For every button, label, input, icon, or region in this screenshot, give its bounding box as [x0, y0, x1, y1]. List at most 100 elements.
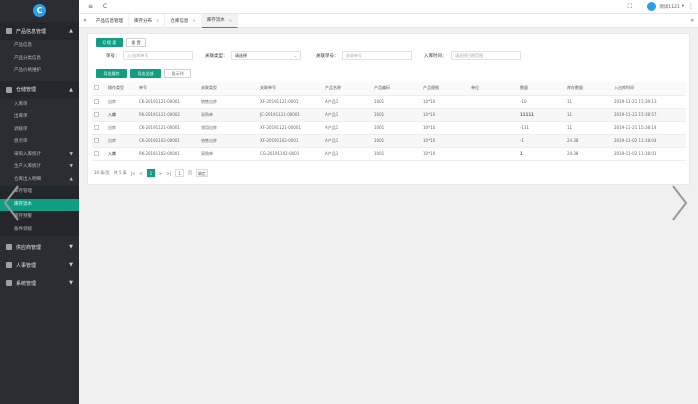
- page-number-current[interactable]: 1: [146, 169, 155, 177]
- sidebar-item-inbound[interactable]: 入库单: [0, 99, 79, 112]
- sidebar-group-warehouse[interactable]: 仓储管理 ▲: [0, 80, 79, 99]
- reset-button[interactable]: 重 置: [126, 38, 146, 47]
- column-header[interactable]: 单位: [469, 82, 518, 96]
- table-row[interactable]: 出库 CK-20191121-00001 销售出库 XF-20191121-00…: [92, 95, 686, 109]
- tab-stock-distribution[interactable]: 库存分布 ×: [129, 13, 166, 28]
- cell-unit: [469, 108, 518, 122]
- export-selected-button[interactable]: 导出操作: [96, 69, 127, 78]
- sidebar-item-outbound[interactable]: 出库单: [0, 111, 79, 124]
- column-header[interactable]: 入出库时间: [612, 82, 686, 96]
- sidebar-item-production-stats[interactable]: 生产入库统计 ▼: [0, 161, 79, 174]
- cell-related-no: JC-20191121-00001: [258, 108, 323, 122]
- logo-area: C: [0, 0, 79, 20]
- sidebar-item-purchase-stats[interactable]: 采购入库统计 ▼: [0, 149, 79, 162]
- sidebar-group-system[interactable]: 系统管理 ▼: [0, 274, 79, 292]
- goto-confirm-button[interactable]: 确定: [195, 169, 208, 177]
- row-select-cell[interactable]: [92, 108, 106, 122]
- stock-flow-table: 操作类型 单号 关联类型 关联单号 产品名称 产品编码 产品规格 单位 数量 库…: [92, 82, 686, 161]
- sidebar-group-supplier[interactable]: 供应商管理 ▼: [0, 238, 79, 256]
- row-checkbox[interactable]: [94, 124, 99, 130]
- tabs-scroll-left-icon[interactable]: «: [79, 17, 91, 24]
- row-checkbox[interactable]: [94, 150, 99, 156]
- cell-order-no: CK-20191121-00001: [137, 95, 199, 109]
- column-header[interactable]: 产品编码: [372, 82, 421, 96]
- chevron-up-icon: ▲: [69, 176, 73, 182]
- close-icon[interactable]: ×: [229, 18, 232, 23]
- cell-product-name: A产品1: [323, 95, 372, 109]
- chevron-down-icon: ▾: [681, 4, 684, 9]
- next-arrow-icon[interactable]: [668, 183, 692, 223]
- user-menu[interactable]: 测试1121 ▾: [647, 2, 684, 11]
- sidebar-item-transfer[interactable]: 调拨单: [0, 124, 79, 137]
- row-select-cell[interactable]: [92, 95, 106, 109]
- more-icon[interactable]: ⋮: [688, 3, 694, 10]
- order-no-label: 单号：: [106, 54, 120, 59]
- column-header[interactable]: 关联单号: [258, 82, 323, 96]
- table-row[interactable]: 出库 CK-20191121-00001 领用出库 XF-20191121-00…: [92, 121, 686, 135]
- tab-label: 库存流水: [206, 18, 225, 23]
- sidebar-item-product-info[interactable]: 产品信息: [0, 40, 79, 53]
- tabs-scroll-right-icon[interactable]: »: [690, 17, 694, 24]
- related-type-label: 关联类型：: [205, 54, 228, 59]
- sidebar-item-spare-transfer[interactable]: 备件调拨: [0, 224, 79, 237]
- first-page-button[interactable]: |<: [131, 171, 136, 176]
- tab-label: 仓库信息: [170, 18, 189, 24]
- related-no-label: 关联单号：: [316, 54, 339, 59]
- menu-icon[interactable]: ≡: [88, 3, 93, 10]
- row-select-cell[interactable]: [92, 147, 106, 161]
- time-range-input[interactable]: 请选择日期范围: [451, 51, 521, 60]
- sidebar-item-label: 生产入库统计: [14, 164, 41, 169]
- column-header[interactable]: 产品规格: [421, 82, 469, 96]
- user-name: 测试1121: [659, 4, 680, 10]
- related-no-input[interactable]: 关联单号: [342, 51, 412, 60]
- select-all-checkbox[interactable]: [94, 85, 99, 91]
- sidebar-item-stocktake[interactable]: 盘点单: [0, 136, 79, 149]
- prev-arrow-icon[interactable]: [0, 183, 24, 223]
- column-header[interactable]: 数量: [518, 82, 565, 96]
- row-checkbox[interactable]: [94, 111, 99, 117]
- sidebar-group-product[interactable]: 产品信息管理 ▲: [0, 22, 79, 40]
- row-checkbox[interactable]: [94, 98, 99, 104]
- sidebar-item-product-price[interactable]: 产品价格维护: [0, 65, 79, 78]
- cell-op-type: 出库: [106, 121, 137, 135]
- tab-warehouse-info[interactable]: 仓库信息 ×: [165, 13, 202, 28]
- column-header[interactable]: 单号: [137, 82, 199, 96]
- close-icon[interactable]: ×: [156, 18, 159, 23]
- close-icon[interactable]: ×: [192, 18, 195, 23]
- goto-page-input[interactable]: 1: [174, 169, 184, 177]
- table-row[interactable]: 入库 RK-20191102-00001 采购单 CG-20191102-000…: [92, 147, 686, 161]
- select-value: 请选择: [235, 52, 247, 58]
- refresh-icon[interactable]: C: [103, 3, 107, 10]
- prev-page-button[interactable]: <: [140, 171, 143, 176]
- cell-op-type: 出库: [106, 95, 137, 109]
- tab-label: 产品信息管理: [96, 18, 123, 24]
- page-size-select[interactable]: 10 条/页: [94, 170, 110, 176]
- tab-product-info[interactable]: 产品信息管理: [91, 13, 129, 28]
- cell-related-no: XF-20191121-0001: [258, 95, 323, 109]
- next-page-button[interactable]: >: [159, 171, 162, 176]
- row-select-cell[interactable]: [92, 121, 106, 135]
- sidebar-item-product-category[interactable]: 产品分类信息: [0, 53, 79, 66]
- related-type-select[interactable]: 请选择 ⌄: [231, 51, 301, 60]
- columns-button[interactable]: 显示列: [164, 69, 191, 78]
- column-header[interactable]: 产品名称: [323, 82, 372, 96]
- sidebar-group-hr[interactable]: 人事管理 ▼: [0, 256, 79, 274]
- table-row[interactable]: 入库 RK-20191121-00002 采购单 JC-20191121-000…: [92, 108, 686, 122]
- cell-related-no: CG-20191102-0001: [258, 147, 323, 161]
- column-header[interactable]: 库存数量: [565, 82, 612, 96]
- tab-stock-flow[interactable]: 库存流水 ×: [201, 13, 239, 28]
- last-page-button[interactable]: >|: [166, 171, 171, 176]
- row-select-cell[interactable]: [92, 134, 106, 148]
- order-no-input[interactable]: 入/出库单号: [123, 51, 193, 60]
- fullscreen-icon[interactable]: ⛶: [628, 3, 632, 11]
- search-button[interactable]: Q 搜 索: [96, 38, 123, 47]
- column-header[interactable]: 关联类型: [199, 82, 258, 96]
- export-all-button[interactable]: 导出全部: [130, 69, 161, 78]
- cell-quantity: 11111: [518, 108, 565, 122]
- select-all-cell[interactable]: [92, 82, 106, 96]
- main-panel: Q 搜 索 重 置 单号： 入/出库单号 关联类型： 请选择 ⌄ 关联单号： 关…: [87, 33, 690, 185]
- row-checkbox[interactable]: [94, 137, 99, 143]
- table-row[interactable]: 出库 CK-20191102-00001 销售出库 XF-20191102-00…: [92, 134, 686, 148]
- column-header[interactable]: 操作类型: [106, 82, 137, 96]
- cell-product-code: 1001: [372, 108, 421, 122]
